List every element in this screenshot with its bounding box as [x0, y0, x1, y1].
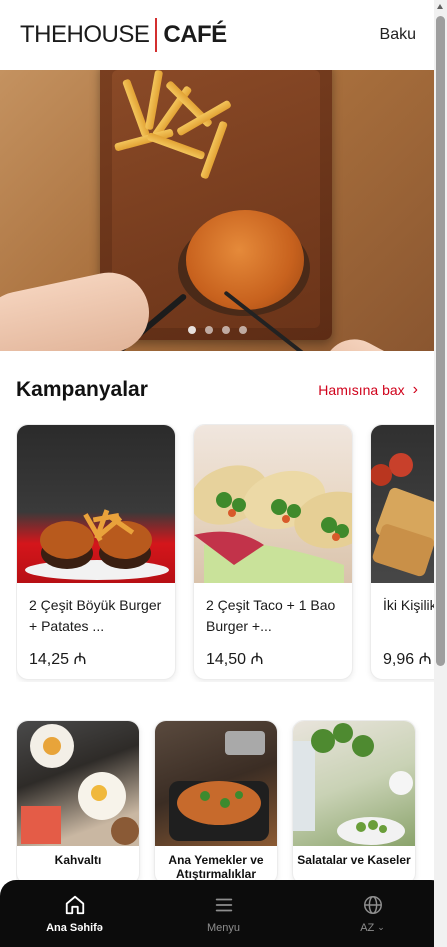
logo-part2: CAFÉ — [163, 21, 227, 48]
campaign-image — [17, 425, 175, 583]
campaign-card[interactable]: 2 Çeşit Taco + 1 Bao Burger +... 14,50 ₼ — [193, 424, 353, 680]
hero-dot[interactable] — [239, 326, 247, 334]
hero-dot[interactable] — [222, 326, 230, 334]
nav-home[interactable]: Ana Səhifə — [15, 894, 135, 934]
campaign-price: 9,96 ₼ — [383, 651, 432, 668]
plate-illustration — [371, 453, 434, 577]
category-card[interactable]: Kahvaltı — [16, 720, 140, 885]
taco-illustration — [194, 465, 352, 583]
hero-pagination — [188, 326, 247, 334]
chevron-right-icon: › — [412, 381, 418, 398]
see-all-link[interactable]: Hamısına bax › — [318, 381, 418, 399]
category-label: Salatalar ve Kaseler — [297, 853, 411, 867]
logo-divider — [155, 18, 158, 52]
category-image — [17, 721, 139, 846]
hamburger-menu-icon — [215, 898, 232, 911]
campaigns-title: Kampanyalar — [16, 378, 148, 401]
category-card[interactable]: Ana Yemekler ve Atıştırmalıklar — [154, 720, 278, 885]
campaigns-carousel[interactable]: 2 Çeşit Böyük Burger + Patates ... 14,25… — [16, 424, 434, 682]
category-card[interactable]: Salatalar ve Kaseler — [292, 720, 416, 885]
breakfast-illustration — [21, 724, 139, 845]
campaign-price: 14,50 ₼ — [206, 651, 264, 668]
campaign-name: 2 Çeşit Taco + 1 Bao Burger +... — [206, 597, 336, 634]
campaign-name: İki Kişilik Tabağı — [383, 597, 434, 613]
scroll-up-arrow-icon[interactable] — [437, 4, 443, 9]
nav-language-label: AZ — [360, 921, 375, 934]
hero-banner[interactable] — [0, 70, 434, 351]
header: THEHOUSE CAFÉ Baku — [0, 0, 434, 70]
see-all-label: Hamısına bax — [318, 382, 405, 398]
burger-illustration — [25, 509, 169, 580]
category-image — [293, 721, 415, 846]
main-dish-illustration — [169, 731, 269, 841]
campaign-image — [194, 425, 352, 583]
hero-dot[interactable] — [205, 326, 213, 334]
chevron-down-icon: ⌄ — [377, 922, 385, 932]
campaign-price: 14,25 ₼ — [29, 651, 87, 668]
logo[interactable]: THEHOUSE CAFÉ — [20, 18, 227, 52]
nav-menu-label: Menyu — [206, 921, 241, 934]
hero-burger-bun — [186, 210, 304, 310]
nav-language-row: AZ ⌄ — [360, 922, 385, 934]
campaigns-header: Kampanyalar Hamısına bax › — [16, 378, 418, 402]
campaign-card[interactable]: 2 Çeşit Böyük Burger + Patates ... 14,25… — [16, 424, 176, 680]
categories-row[interactable]: Kahvaltı Ana Yemekler ve Atıştırmalıklar — [16, 720, 434, 885]
category-label: Ana Yemekler ve Atıştırmalıklar — [168, 853, 264, 881]
bottom-navigation: Ana Səhifə Menyu AZ ⌄ — [0, 880, 447, 947]
campaign-name: 2 Çeşit Böyük Burger + Patates ... — [29, 597, 162, 634]
city-selector[interactable]: Baku — [380, 26, 416, 44]
page-scrollbar[interactable] — [434, 0, 447, 947]
hero-dot[interactable] — [188, 326, 196, 334]
nav-home-label: Ana Səhifə — [46, 921, 103, 934]
category-image — [155, 721, 277, 846]
page: THEHOUSE CAFÉ Baku Kampanyalar Hamısına … — [0, 0, 447, 947]
salad-illustration — [293, 723, 413, 845]
logo-part1: THEHOUSE — [20, 21, 150, 48]
globe-icon — [363, 895, 382, 914]
category-label: Kahvaltı — [54, 853, 102, 867]
campaign-image — [371, 425, 434, 583]
scrollbar-thumb[interactable] — [436, 16, 445, 666]
nav-language[interactable]: AZ ⌄ — [313, 894, 433, 934]
nav-menu[interactable]: Menyu — [164, 894, 284, 934]
campaign-card[interactable]: İki Kişilik Tabağı 9,96 ₼ — [370, 424, 434, 680]
home-icon — [65, 895, 84, 914]
